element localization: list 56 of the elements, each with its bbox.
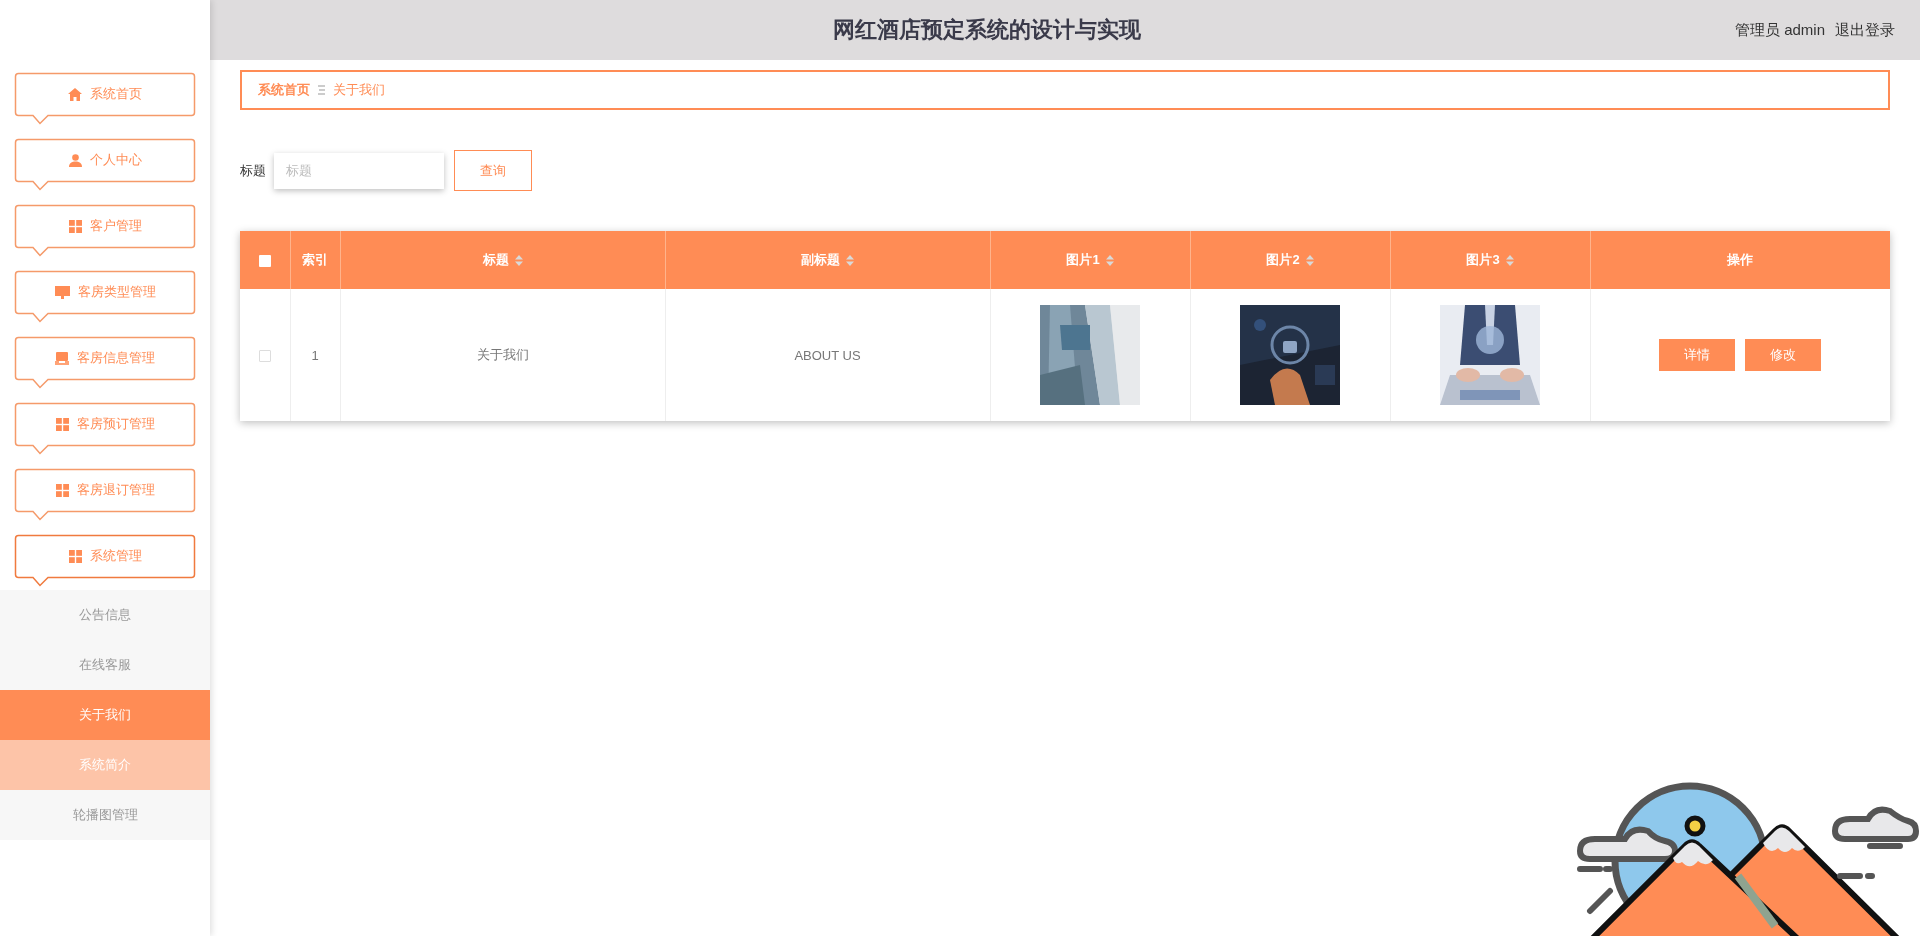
column-header[interactable]: 操作 (1590, 231, 1890, 289)
submenu-item[interactable]: 轮播图管理 (0, 790, 210, 840)
checkbox[interactable] (258, 255, 271, 268)
column-title: 图片3 (1466, 251, 1500, 269)
tray-icon (55, 351, 69, 365)
column-header[interactable]: 副标题 (665, 231, 990, 289)
menu-item[interactable]: 客房信息管理 (14, 336, 196, 390)
submenu-item[interactable]: 在线客服 (0, 640, 210, 690)
sort-icon[interactable] (846, 254, 854, 266)
column-header[interactable]: 标题 (340, 231, 665, 289)
column-header[interactable]: 图片1 (990, 231, 1190, 289)
logout-link[interactable]: 退出登录 (1835, 20, 1895, 40)
sort-icon[interactable] (514, 254, 523, 266)
column-title: 标题 (482, 251, 509, 269)
breadcrumb-link[interactable]: 关于我们 (333, 81, 385, 99)
page-title: 网红酒店预定系统的设计与实现 (832, 16, 1143, 44)
user-label: 管理员 admin (1734, 20, 1825, 40)
sort-icon[interactable] (1105, 254, 1114, 266)
breadcrumb-link[interactable]: 系统首页 (258, 81, 310, 99)
sort-icon[interactable] (1305, 254, 1314, 266)
menu-item[interactable]: 系统首页 (14, 72, 196, 126)
grid-icon (55, 483, 69, 497)
person-icon (68, 153, 82, 167)
table-cell: 1 (311, 347, 319, 363)
column-title: 图片2 (1266, 251, 1300, 269)
monitor-icon (54, 285, 70, 299)
field-label: 标题 (240, 161, 266, 180)
grid-icon (68, 549, 82, 563)
column-header[interactable]: 图片2 (1190, 231, 1390, 289)
grid-icon (55, 417, 69, 431)
menu-item[interactable]: 个人中心 (14, 138, 196, 192)
menu-item[interactable]: 客房类型管理 (14, 270, 196, 324)
submenu-item[interactable]: 系统简介 (0, 740, 210, 790)
table-cell: ABOUT US (794, 347, 861, 363)
edit-button[interactable]: 修改 (1745, 339, 1822, 371)
column-header[interactable]: 图片3 (1390, 231, 1590, 289)
menu-item[interactable]: 系统管理 (14, 534, 196, 588)
sort-icon[interactable] (1505, 254, 1514, 266)
separator-icon (318, 85, 325, 95)
title-search-field[interactable]: 标题 (274, 152, 444, 189)
column-title: 索引 (302, 251, 328, 269)
submenu-item[interactable]: 公告信息 (0, 590, 210, 640)
column-title: 操作 (1727, 251, 1754, 269)
submenu-item[interactable]: 关于我们 (0, 690, 210, 740)
menu-item[interactable]: 客户管理 (14, 204, 196, 258)
menu-item[interactable]: 客房退订管理 (14, 468, 196, 522)
search-button[interactable]: 查询 (454, 150, 532, 191)
grid-icon (68, 219, 82, 233)
menu-item[interactable]: 客房预订管理 (14, 402, 196, 456)
column-title: 图片1 (1066, 251, 1100, 269)
detail-button[interactable]: 详情 (1659, 339, 1736, 371)
column-header[interactable]: 索引 (290, 231, 340, 289)
table-cell: 关于我们 (476, 347, 529, 362)
home-icon (68, 87, 82, 101)
column-title: 副标题 (801, 251, 840, 269)
checkbox[interactable] (258, 350, 271, 363)
